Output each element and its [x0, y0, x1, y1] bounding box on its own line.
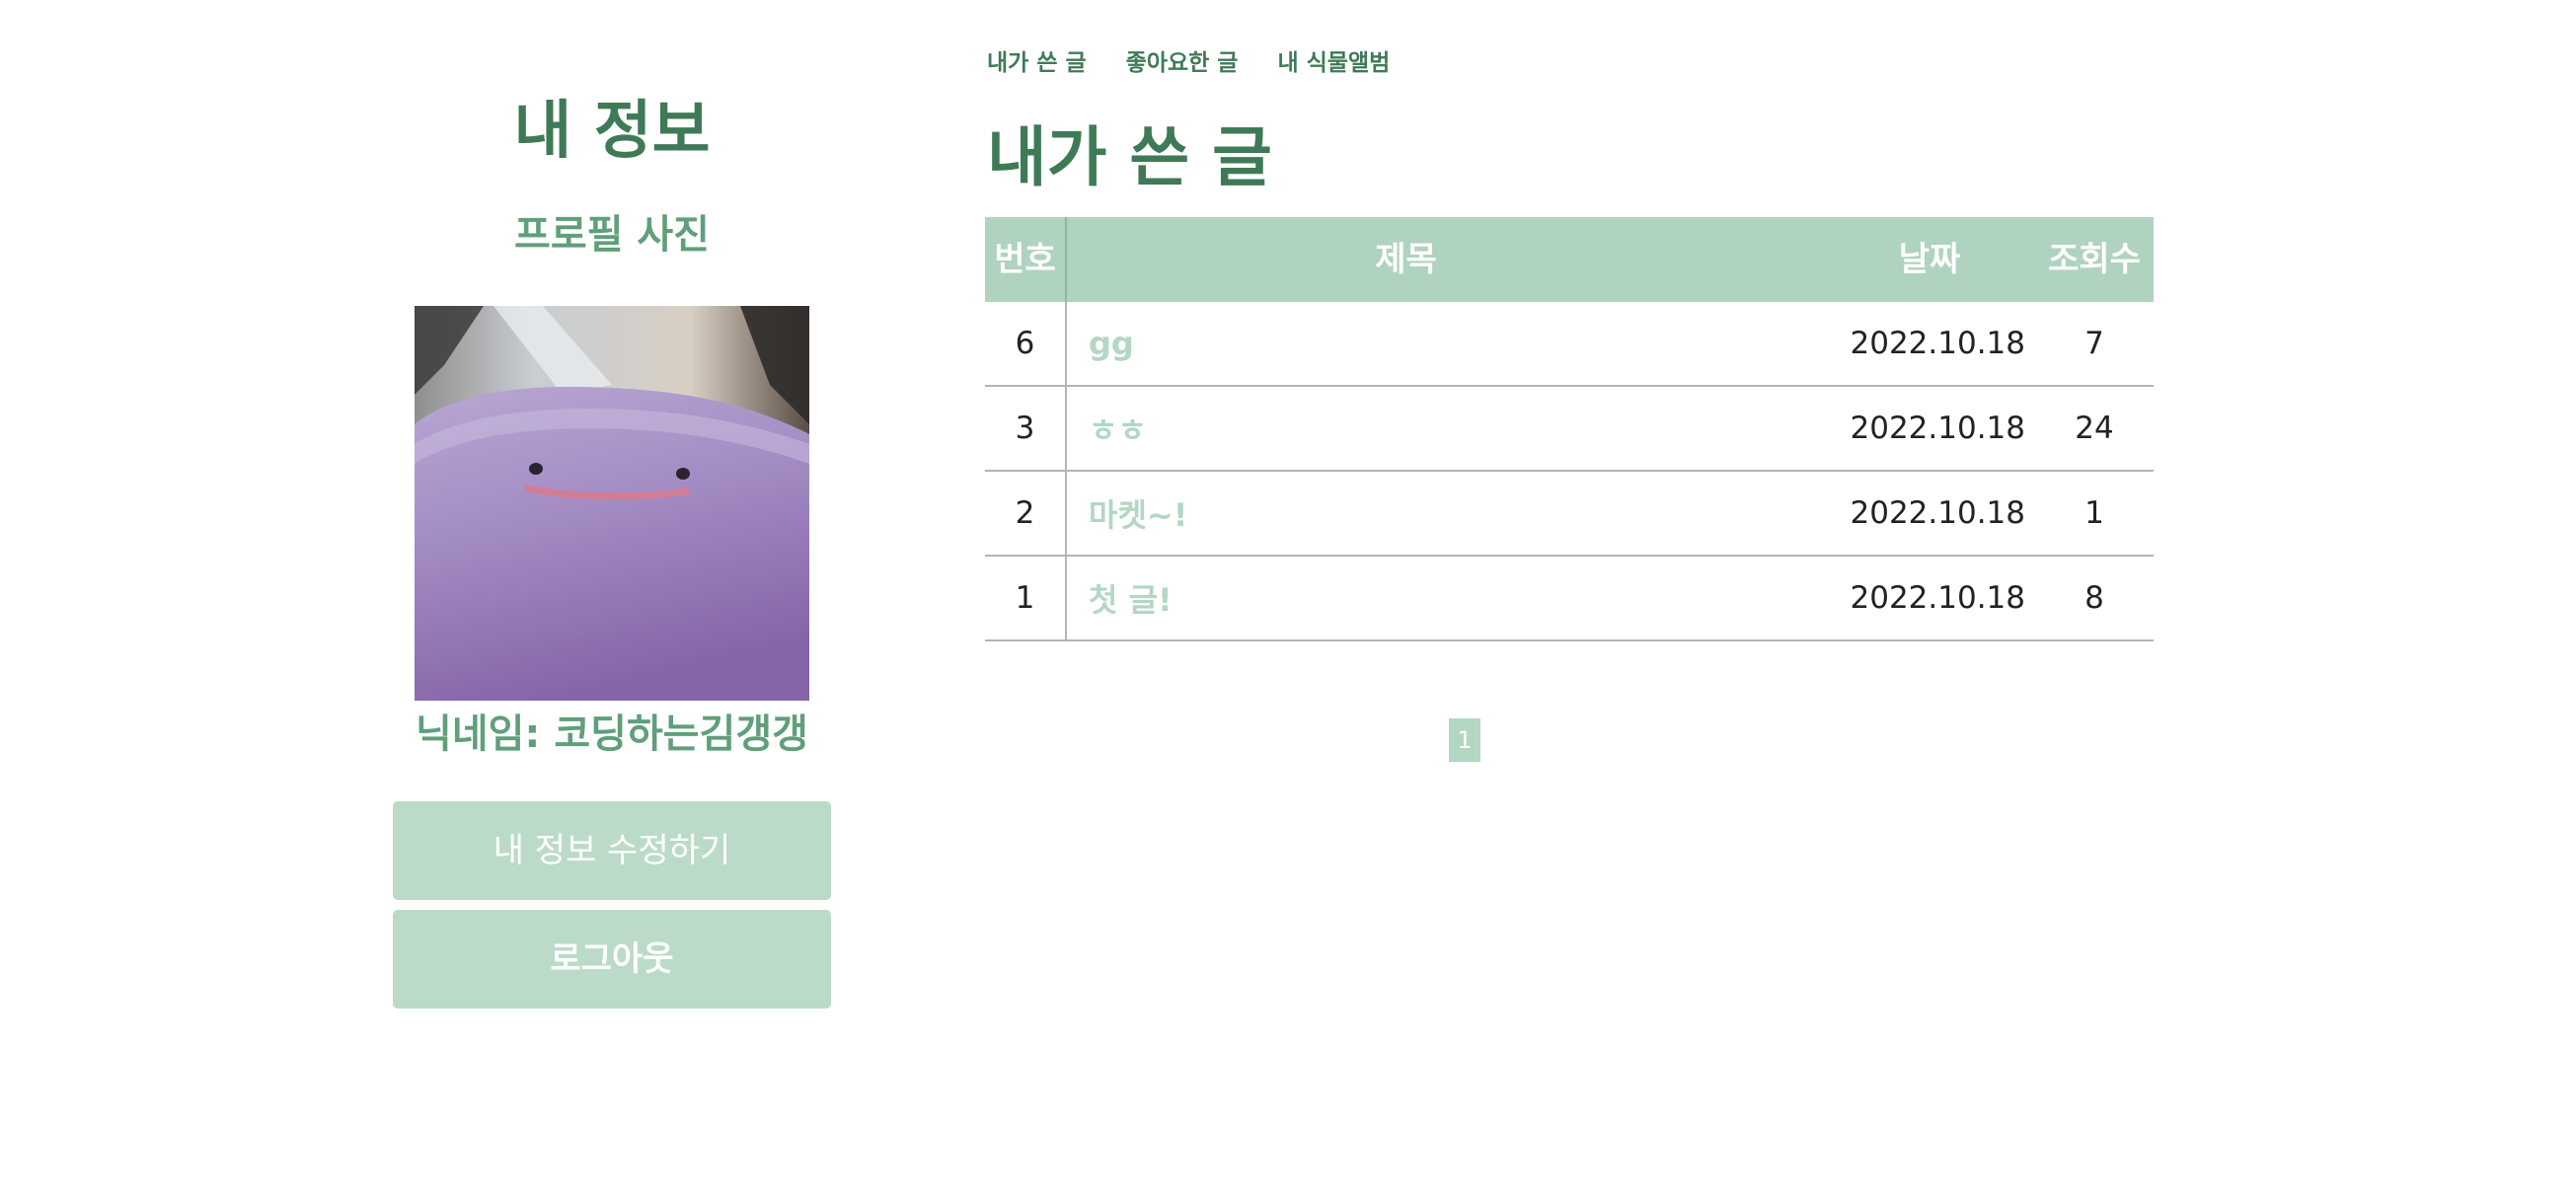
- table-header-row: 번호 제목 날짜 조회수: [985, 217, 2154, 302]
- mypage-tabs: 내가 쓴 글 좋아요한 글 내 식물앨범: [987, 43, 1390, 83]
- post-title-cell: gg: [1066, 302, 1745, 387]
- profile-photo: [415, 306, 809, 701]
- section-title: 내가 쓴 글: [987, 119, 1272, 195]
- post-title-link[interactable]: 마켓~!: [1089, 496, 1187, 534]
- post-title-link[interactable]: ㅎㅎ: [1089, 412, 1147, 449]
- pagination-page-button[interactable]: 1: [1449, 718, 1480, 762]
- post-number: 2: [985, 471, 1067, 557]
- post-title-link[interactable]: 첫 글!: [1089, 581, 1173, 619]
- post-views: 24: [2035, 386, 2154, 472]
- logout-button[interactable]: 로그아웃: [393, 910, 831, 1009]
- post-title-link[interactable]: gg: [1089, 325, 1134, 362]
- tab-my-posts[interactable]: 내가 쓴 글: [987, 43, 1087, 83]
- table-row: 6 gg 2022.10.18 7: [985, 302, 2154, 387]
- post-date: 2022.10.18: [1745, 386, 2035, 472]
- table-row: 1 첫 글! 2022.10.18 8: [985, 556, 2154, 641]
- tab-plant-album[interactable]: 내 식물앨범: [1277, 43, 1390, 83]
- profile-photo-label: 프로필 사진: [514, 212, 710, 258]
- column-header-number: 번호: [985, 217, 1067, 302]
- post-views: 7: [2035, 302, 2154, 387]
- table-row: 2 마켓~! 2022.10.18 1: [985, 471, 2154, 557]
- post-date: 2022.10.18: [1745, 302, 2035, 387]
- post-date: 2022.10.18: [1745, 556, 2035, 641]
- posts-table: 번호 제목 날짜 조회수 6 gg 2022.10.18 7 3 ㅎㅎ 2022…: [985, 217, 2154, 641]
- table-row: 3 ㅎㅎ 2022.10.18 24: [985, 386, 2154, 472]
- post-views: 8: [2035, 556, 2154, 641]
- post-number: 6: [985, 302, 1067, 387]
- column-header-views: 조회수: [2035, 217, 2154, 302]
- edit-profile-button[interactable]: 내 정보 수정하기: [393, 801, 831, 900]
- column-header-date: 날짜: [1745, 217, 2035, 302]
- post-number: 3: [985, 386, 1067, 472]
- post-title-cell: 마켓~!: [1066, 471, 1745, 557]
- post-number: 1: [985, 556, 1067, 641]
- post-date: 2022.10.18: [1745, 471, 2035, 557]
- column-header-title: 제목: [1066, 217, 1745, 302]
- page-title: 내 정보: [513, 95, 711, 168]
- nickname: 닉네임: 코딩하는김갱갱: [416, 712, 808, 757]
- post-title-cell: 첫 글!: [1066, 556, 1745, 641]
- post-views: 1: [2035, 471, 2154, 557]
- tab-liked-posts[interactable]: 좋아요한 글: [1126, 43, 1239, 83]
- post-title-cell: ㅎㅎ: [1066, 386, 1745, 472]
